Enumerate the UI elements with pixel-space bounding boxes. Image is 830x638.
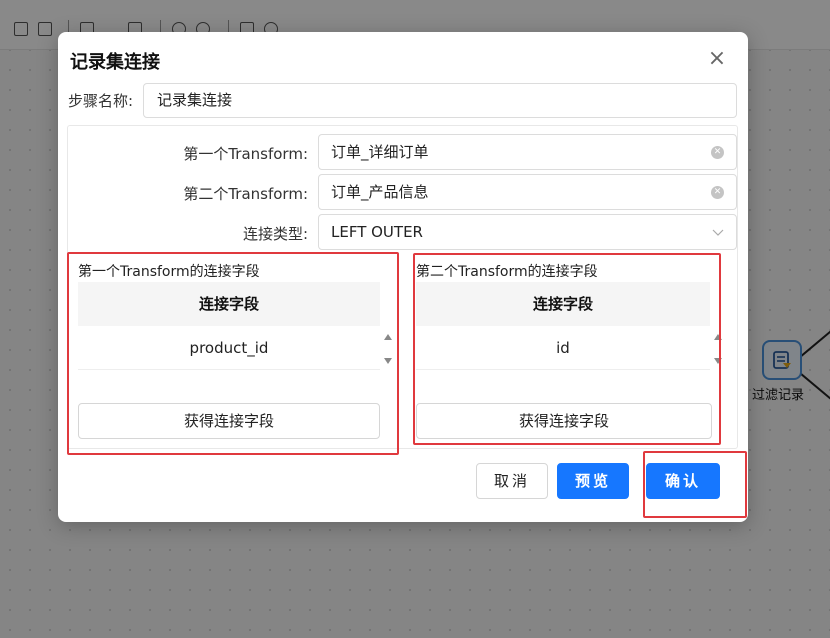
- close-icon: ×: [707, 46, 727, 71]
- step-name-input[interactable]: 记录集连接: [143, 83, 737, 118]
- second-transform-label: 第二个Transform:: [183, 185, 308, 203]
- right-fields-highlight: [413, 253, 721, 445]
- clear-icon[interactable]: ✕: [711, 146, 724, 159]
- join-type-label: 连接类型:: [242, 225, 308, 243]
- second-transform-value: 订单_产品信息: [331, 183, 429, 201]
- first-transform-select[interactable]: 订单_详细订单 ✕: [318, 134, 737, 170]
- join-dialog: 记录集连接 × 步骤名称: 记录集连接 第一个Transform: 订单_详细订…: [58, 32, 748, 522]
- clear-icon[interactable]: ✕: [711, 186, 724, 199]
- first-transform-label: 第一个Transform:: [183, 145, 308, 163]
- confirm-highlight: [643, 451, 747, 518]
- join-type-value: LEFT OUTER: [331, 223, 423, 241]
- join-type-select[interactable]: LEFT OUTER: [318, 214, 737, 250]
- close-button[interactable]: ×: [706, 48, 728, 70]
- step-name-label: 步骤名称:: [68, 92, 134, 110]
- left-fields-highlight: [67, 252, 399, 455]
- first-transform-value: 订单_详细订单: [331, 143, 429, 161]
- second-transform-select[interactable]: 订单_产品信息 ✕: [318, 174, 737, 210]
- dialog-title: 记录集连接: [70, 52, 160, 73]
- chevron-down-icon: [712, 229, 724, 236]
- preview-button[interactable]: 预览: [557, 463, 629, 499]
- cancel-button[interactable]: 取消: [476, 463, 548, 499]
